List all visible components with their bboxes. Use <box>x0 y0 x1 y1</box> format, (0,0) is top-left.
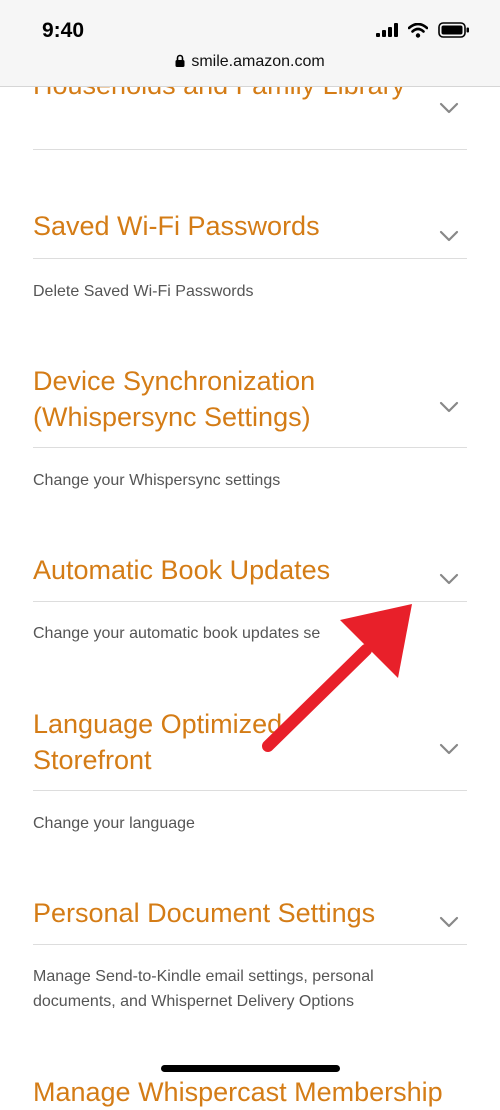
url-text[interactable]: smile.amazon.com <box>191 53 324 70</box>
section-subtitle: Delete Saved Wi-Fi Passwords <box>33 283 254 300</box>
settings-list: Households and Family Library Saved Wi-F… <box>0 0 500 1107</box>
section-title[interactable]: Manage Whispercast Membership <box>33 1074 467 1110</box>
browser-header: 9:40 smile.amazon.com <box>0 0 500 87</box>
chevron-down-icon[interactable] <box>439 102 459 114</box>
section-divider <box>33 149 467 150</box>
section-divider <box>33 790 467 791</box>
section-title[interactable]: Language Optimized Storefront <box>33 706 303 778</box>
section-divider <box>33 944 467 945</box>
home-indicator[interactable] <box>161 1065 340 1072</box>
section-title[interactable]: Personal Document Settings <box>33 895 413 931</box>
status-icons <box>376 22 470 38</box>
section-subtitle: Change your Whispersync settings <box>33 472 281 489</box>
cellular-signal-icon <box>376 23 398 37</box>
section-title[interactable]: Device Synchronization (Whispersync Sett… <box>33 363 413 435</box>
status-time: 9:40 <box>42 19 85 42</box>
lock-icon <box>175 54 185 67</box>
chevron-down-icon[interactable] <box>439 401 459 413</box>
chevron-down-icon[interactable] <box>439 230 459 242</box>
address-bar[interactable]: smile.amazon.com <box>0 53 500 71</box>
section-subtitle: Change your automatic book updates se <box>33 625 321 642</box>
section-title[interactable]: Automatic Book Updates <box>33 552 413 588</box>
chevron-down-icon[interactable] <box>439 916 459 928</box>
section-subtitle: Change your language <box>33 815 195 832</box>
chevron-down-icon[interactable] <box>439 573 459 585</box>
battery-icon <box>438 22 469 38</box>
chevron-down-icon[interactable] <box>439 743 459 755</box>
section-divider <box>33 447 467 448</box>
section-subtitle: Manage Send-to-Kindle email settings, pe… <box>33 968 374 1010</box>
section-divider <box>33 258 467 259</box>
section-divider <box>33 601 467 602</box>
wifi-icon <box>408 22 428 38</box>
section-title[interactable]: Saved Wi-Fi Passwords <box>33 208 413 244</box>
